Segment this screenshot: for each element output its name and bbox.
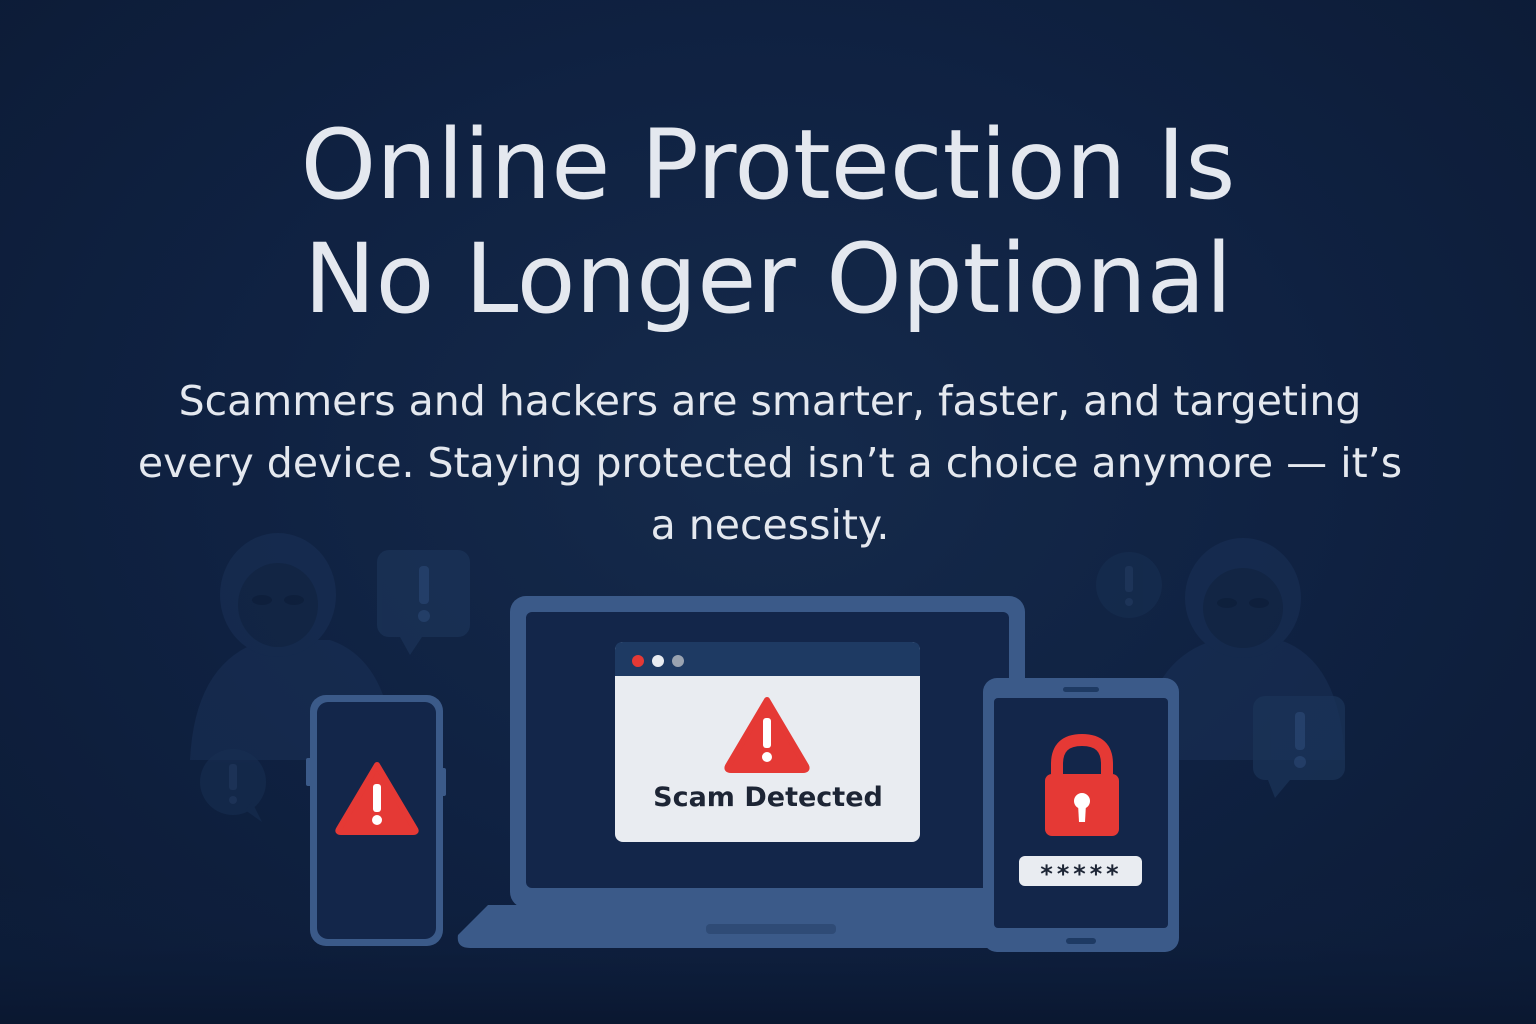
alert-speech-bubble-icon bbox=[377, 550, 470, 655]
alert-speech-bubble-icon bbox=[200, 749, 266, 822]
window-maximize-dot bbox=[672, 655, 684, 667]
smartphone bbox=[306, 695, 446, 946]
hero-banner: Online Protection Is No Longer Optional … bbox=[0, 0, 1536, 1024]
alert-speech-bubble-icon bbox=[1096, 552, 1162, 618]
window-minimize-dot bbox=[652, 655, 664, 667]
tablet bbox=[983, 678, 1179, 952]
scam-detected-label: Scam Detected bbox=[653, 782, 883, 813]
password-field: ***** bbox=[1019, 856, 1142, 888]
window-close-dot bbox=[632, 655, 644, 667]
alert-speech-bubble-icon bbox=[1253, 696, 1345, 798]
devices-illustration bbox=[0, 533, 1536, 1024]
